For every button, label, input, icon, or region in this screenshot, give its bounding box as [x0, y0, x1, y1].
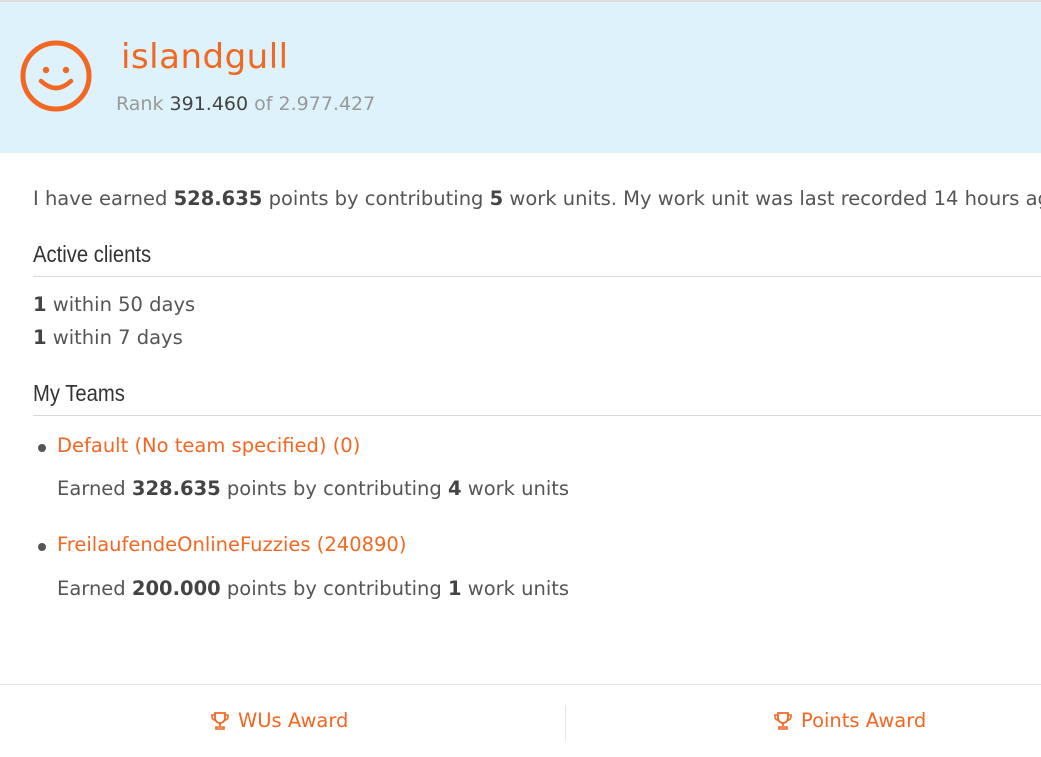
summary-points: 528.635	[173, 187, 263, 210]
summary-prefix: I have earned	[33, 187, 168, 210]
active-clients-row: 1 within 7 days	[33, 326, 183, 349]
award-footer: WUs Award Points Award	[0, 684, 1041, 757]
client-period: within 7 days	[52, 326, 183, 349]
team-middle: points by contributing	[226, 477, 442, 500]
rank-of: of	[254, 93, 273, 115]
team-points: 200.000	[131, 577, 221, 600]
active-clients-title: Active clients	[33, 241, 152, 267]
my-teams-title: My Teams	[33, 380, 125, 406]
team-earned-default: Earned 328.635 points by contributing 4 …	[57, 477, 569, 500]
list-bullet	[38, 543, 46, 551]
points-award-button[interactable]: Points Award	[773, 709, 926, 732]
active-clients-divider	[33, 276, 1041, 277]
points-award-label: Points Award	[801, 709, 927, 732]
client-period: within 50 days	[52, 293, 196, 316]
team-suffix: work units	[467, 577, 570, 600]
profile-header: islandgull Rank 391.460 of 2.977.427	[0, 2, 1041, 153]
summary-suffix: work units. My work unit was last record…	[509, 187, 1041, 210]
earned-label: Earned	[57, 477, 126, 500]
team-work-units: 1	[447, 577, 462, 600]
smiley-face-icon	[20, 40, 92, 112]
points-summary: I have earned 528.635 points by contribu…	[33, 187, 1041, 210]
rank-value: 391.460	[169, 93, 249, 115]
earned-label: Earned	[57, 577, 126, 600]
rank-line: Rank 391.460 of 2.977.427	[116, 93, 375, 115]
summary-middle: points by contributing	[268, 187, 484, 210]
summary-work-units: 5	[489, 187, 504, 210]
my-teams-divider	[33, 415, 1041, 416]
footer-divider	[565, 705, 566, 741]
team-points: 328.635	[131, 477, 221, 500]
trophy-icon	[211, 711, 229, 730]
list-bullet	[38, 444, 46, 452]
active-clients-row: 1 within 50 days	[33, 293, 195, 316]
rank-label: Rank	[116, 93, 164, 115]
team-work-units: 4	[447, 477, 462, 500]
rank-total: 2.977.427	[278, 93, 376, 115]
username: islandgull	[121, 37, 289, 77]
team-middle: points by contributing	[226, 577, 442, 600]
client-count: 1	[33, 293, 47, 316]
team-suffix: work units	[467, 477, 570, 500]
team-link-freilaufende[interactable]: FreilaufendeOnlineFuzzies (240890)	[57, 533, 406, 556]
team-earned-freilaufende: Earned 200.000 points by contributing 1 …	[57, 577, 569, 600]
client-count: 1	[33, 326, 47, 349]
trophy-icon	[774, 711, 792, 730]
wus-award-label: WUs Award	[238, 709, 349, 732]
wus-award-button[interactable]: WUs Award	[210, 709, 348, 732]
team-link-default[interactable]: Default (No team specified) (0)	[57, 434, 360, 457]
